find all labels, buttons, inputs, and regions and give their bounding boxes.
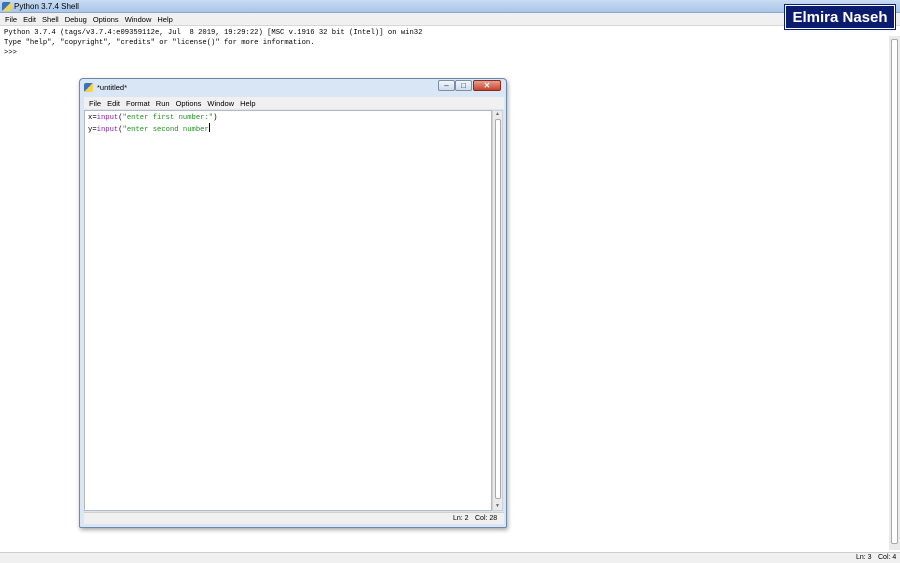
maximize-button[interactable]: □ <box>455 80 472 91</box>
code-variable: y= <box>88 126 97 134</box>
shell-menu-window[interactable]: Window <box>122 15 155 24</box>
code-editor[interactable]: x=input("enter first number:") y=input("e… <box>84 110 492 511</box>
shell-status-bar: Ln: 3 Col: 4 <box>0 552 900 563</box>
editor-menu-file[interactable]: File <box>86 99 104 108</box>
editor-column-number: Col: 28 <box>475 515 498 522</box>
close-button[interactable]: ✕ <box>473 80 501 91</box>
scroll-up-icon[interactable]: ▲ <box>495 111 500 117</box>
code-string: "enter second number <box>122 126 209 134</box>
code-builtin: input <box>96 126 119 134</box>
shell-menu-debug[interactable]: Debug <box>62 15 90 24</box>
code-variable: x= <box>88 114 97 122</box>
shell-menu-shell[interactable]: Shell <box>39 15 62 24</box>
editor-menu-options[interactable]: Options <box>173 99 205 108</box>
editor-scrollbar[interactable]: ▲ ▼ <box>492 110 503 511</box>
shell-scrollbar-thumb[interactable] <box>891 39 898 544</box>
editor-title-bar[interactable]: *untitled* – □ ✕ <box>80 79 506 95</box>
editor-line-number: Ln: 2 <box>453 515 469 522</box>
shell-line-number: Ln: 3 <box>856 554 872 561</box>
shell-prompt: >>> <box>4 49 22 57</box>
editor-menu-edit[interactable]: Edit <box>104 99 123 108</box>
shell-title: Python 3.7.4 Shell <box>14 1 79 11</box>
editor-menu-bar: File Edit Format Run Options Window Help <box>84 97 504 109</box>
shell-line-info: Type "help", "copyright", "credits" or "… <box>4 39 315 47</box>
editor-menu-window[interactable]: Window <box>204 99 237 108</box>
watermark-logo: Elmira Naseh <box>785 5 895 29</box>
code-builtin: input <box>96 114 119 122</box>
code-line: x=input("enter first number:") <box>88 113 217 123</box>
code-text: x=input("enter first number:") y=input("e… <box>88 113 217 135</box>
shell-column-number: Col: 4 <box>878 554 897 561</box>
editor-title: *untitled* <box>97 82 128 92</box>
shell-menu-help[interactable]: Help <box>154 15 175 24</box>
text-cursor <box>208 123 210 132</box>
code-line: y=input("enter second number <box>88 123 217 135</box>
maximize-icon: □ <box>461 80 466 90</box>
editor-status-bar: Ln: 2 Col: 28 <box>84 512 504 524</box>
shell-menu-file[interactable]: File <box>2 15 20 24</box>
editor-menu-format[interactable]: Format <box>123 99 153 108</box>
editor-menu-help[interactable]: Help <box>237 99 258 108</box>
shell-title-bar[interactable]: Python 3.7.4 Shell <box>0 0 900 13</box>
code-string: "enter first number:" <box>122 114 214 122</box>
code-paren: ) <box>213 114 218 122</box>
shell-menu-bar: File Edit Shell Debug Options Window Hel… <box>0 13 900 26</box>
scroll-down-icon[interactable]: ▼ <box>495 503 500 509</box>
shell-menu-edit[interactable]: Edit <box>20 15 39 24</box>
python-icon <box>84 82 93 92</box>
shell-scrollbar[interactable] <box>889 36 900 550</box>
editor-menu-run[interactable]: Run <box>153 99 173 108</box>
shell-menu-options[interactable]: Options <box>90 15 122 24</box>
editor-scrollbar-thumb[interactable] <box>495 119 501 499</box>
minimize-button[interactable]: – <box>438 80 455 91</box>
shell-line-version: Python 3.7.4 (tags/v3.7.4:e09359112e, Ju… <box>4 29 423 37</box>
editor-window: *untitled* – □ ✕ File Edit Format Run Op… <box>79 78 507 528</box>
python-icon <box>2 1 11 11</box>
minimize-icon: – <box>444 80 449 90</box>
close-icon: ✕ <box>483 80 491 90</box>
shell-output[interactable]: Python 3.7.4 (tags/v3.7.4:e09359112e, Ju… <box>4 28 874 58</box>
